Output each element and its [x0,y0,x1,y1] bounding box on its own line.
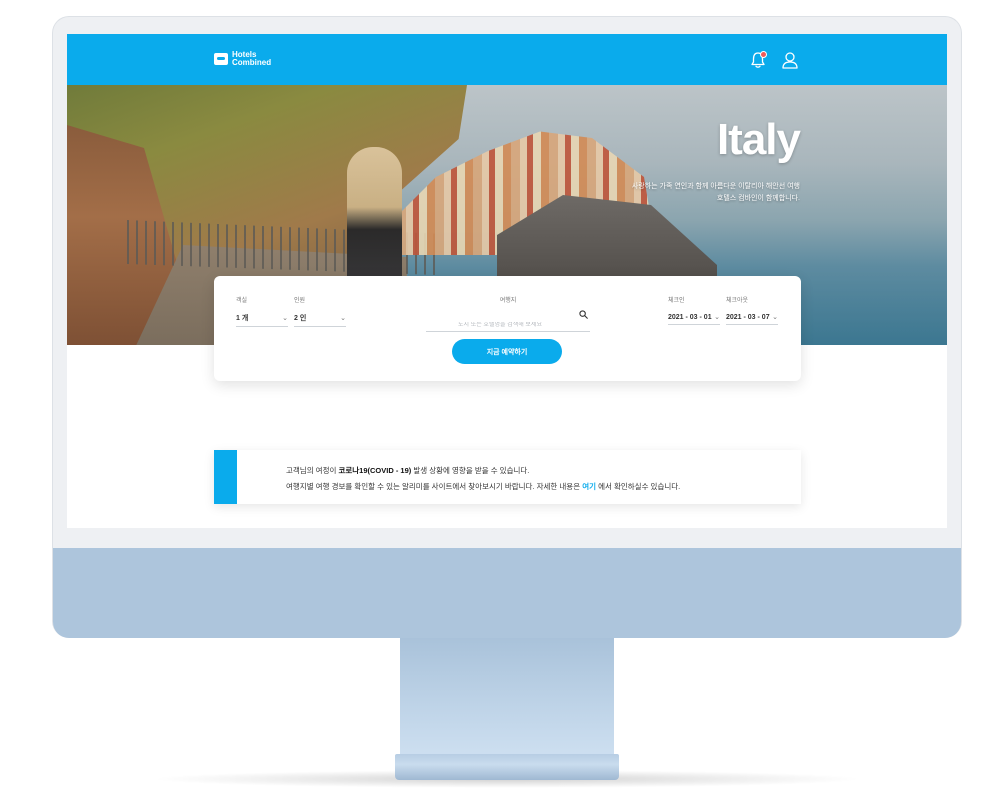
guests-select[interactable]: 인원 2 인 ⌄ [294,295,346,327]
logo-text: Hotels Combined [232,51,271,67]
hero-subtitle: 사랑하는 가족 연인과 함께 아름다운 이탈리아 해안선 여행 호텔스 컴바인이… [632,181,800,205]
search-icon[interactable] [579,310,588,319]
monitor-stand-base [395,754,619,780]
hero-traveler [347,147,402,297]
monitor-chin [53,548,961,638]
notice-covid-emphasis: 코로나19(COVID - 19) [338,466,412,475]
notice-accent-bar [214,450,237,504]
checkout-value: 2021 - 03 - 07 [726,313,770,321]
logo-line-2: Combined [232,58,272,67]
checkout-select[interactable]: 체크아웃 2021 - 03 - 07 ⌄ [726,295,778,325]
covid-notice: 고객님의 여정이 코로나19(COVID - 19) 발생 상황에 영향을 받을… [214,450,801,504]
guests-label: 인원 [294,298,306,304]
website-screen: Hotels Combined Italy 사랑하는 가족 연인과 함께 아름다… [67,34,947,528]
checkin-select[interactable]: 체크인 2021 - 03 - 01 ⌄ [668,295,720,325]
guests-value: 2 인 [294,315,307,322]
hero-subtitle-line-2: 호텔스 컴바인이 함께합니다. [716,195,800,202]
notice-text: 고객님의 여정이 코로나19(COVID - 19) 발생 상황에 영향을 받을… [286,463,680,495]
notice-here-link[interactable]: 여기 [582,482,596,491]
destination-label: 여행지 [499,298,517,304]
monitor-stand [400,638,614,756]
rooms-value: 1 개 [236,315,249,322]
chevron-down-icon: ⌄ [772,314,778,321]
notice-line-2: 여행지별 여행 경보를 확인할 수 있는 알리미를 사이트에서 찾아보시기 바랍… [286,482,681,491]
booking-search-card: 객실 1 개 ⌄ 인원 2 인 ⌄ 여행지 체크인 2021 - 03 [214,276,801,381]
destination-field: 여행지 [426,295,590,332]
notice-line-1: 고객님의 여정이 코로나19(COVID - 19) 발생 상황에 영향을 받을… [286,466,530,475]
top-navigation-bar: Hotels Combined [67,34,947,85]
hotels-combined-logo[interactable]: Hotels Combined [214,51,271,67]
checkin-label: 체크인 [668,298,685,304]
notification-badge [760,51,767,58]
checkout-label: 체크아웃 [726,298,749,304]
logo-bed-icon [214,53,228,65]
destination-input[interactable] [426,322,590,332]
rooms-label: 객실 [236,298,248,304]
rooms-select[interactable]: 객실 1 개 ⌄ [236,295,288,327]
book-now-button[interactable]: 지금 예약하기 [452,339,562,364]
chevron-down-icon: ⌄ [282,315,288,322]
hero-title: Italy [716,115,801,164]
hero-subtitle-line-1: 사랑하는 가족 연인과 함께 아름다운 이탈리아 해안선 여행 [631,183,800,190]
checkin-value: 2021 - 03 - 01 [668,313,712,321]
chevron-down-icon: ⌄ [714,314,720,321]
chevron-down-icon: ⌄ [340,315,346,322]
user-account-icon[interactable] [781,51,799,69]
